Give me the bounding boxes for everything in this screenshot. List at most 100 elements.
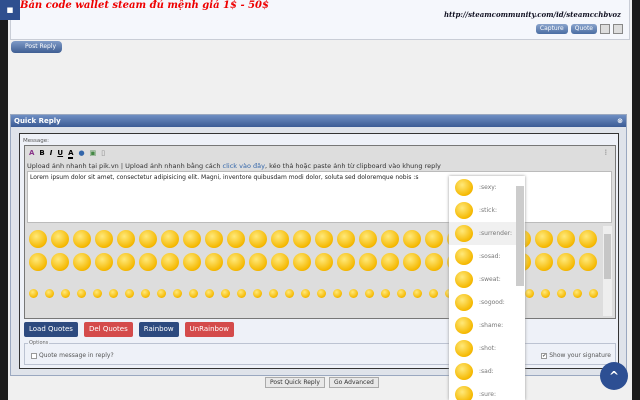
smiley-icon[interactable] bbox=[589, 289, 598, 298]
quote-icon[interactable]: ▯ bbox=[101, 149, 105, 159]
go-advanced-button[interactable]: Go Advanced bbox=[328, 377, 379, 388]
resize-icon[interactable]: ⋮ bbox=[603, 149, 609, 156]
smiley-icon[interactable] bbox=[139, 253, 157, 271]
italic-button[interactable]: I bbox=[50, 149, 53, 159]
smiley-icon[interactable] bbox=[271, 230, 289, 248]
smiley-option[interactable]: :sure: bbox=[449, 383, 525, 400]
smiley-icon[interactable] bbox=[173, 289, 182, 298]
smiley-icon[interactable] bbox=[337, 253, 355, 271]
smiley-icon[interactable] bbox=[227, 230, 245, 248]
smiley-option[interactable]: :stick: bbox=[449, 199, 525, 222]
smiley-icon[interactable] bbox=[349, 289, 358, 298]
smiley-icon[interactable] bbox=[381, 253, 399, 271]
smiley-icon[interactable] bbox=[227, 253, 245, 271]
smiley-scrollbar[interactable] bbox=[603, 226, 612, 316]
smiley-icon[interactable] bbox=[365, 289, 374, 298]
quote-checkbox[interactable] bbox=[31, 352, 37, 359]
smiley-icon[interactable] bbox=[141, 289, 150, 298]
smiley-icon[interactable] bbox=[541, 289, 550, 298]
smiley-icon[interactable] bbox=[73, 230, 91, 248]
smiley-icon[interactable] bbox=[161, 253, 179, 271]
underline-button[interactable]: U bbox=[57, 149, 63, 159]
smiley-icon[interactable] bbox=[221, 289, 230, 298]
smiley-icon[interactable] bbox=[29, 253, 47, 271]
unrainbow-button[interactable]: UnRainbow bbox=[184, 322, 234, 337]
smiley-icon[interactable] bbox=[93, 289, 102, 298]
smiley-icon[interactable] bbox=[579, 230, 597, 248]
smiley-icon[interactable] bbox=[397, 289, 406, 298]
smiley-icon[interactable] bbox=[139, 230, 157, 248]
smiley-option[interactable]: :sweat: bbox=[449, 268, 525, 291]
smiley-icon[interactable] bbox=[253, 289, 262, 298]
smiley-icon[interactable] bbox=[269, 289, 278, 298]
smiley-icon[interactable] bbox=[77, 289, 86, 298]
smiley-icon[interactable] bbox=[317, 289, 326, 298]
smiley-icon[interactable] bbox=[381, 289, 390, 298]
smiley-icon[interactable] bbox=[293, 253, 311, 271]
smiley-icon[interactable] bbox=[125, 289, 134, 298]
smiley-icon[interactable] bbox=[117, 253, 135, 271]
smiley-icon[interactable] bbox=[535, 230, 553, 248]
link-icon[interactable]: ● bbox=[78, 149, 84, 159]
smiley-icon[interactable] bbox=[205, 230, 223, 248]
smiley-icon[interactable] bbox=[579, 253, 597, 271]
smiley-icon[interactable] bbox=[429, 289, 438, 298]
smiley-option[interactable]: :shame: bbox=[449, 314, 525, 337]
smiley-option[interactable]: :shot: bbox=[449, 337, 525, 360]
bold-button[interactable]: B bbox=[39, 149, 44, 159]
del-quotes-button[interactable]: Del Quotes bbox=[83, 322, 133, 337]
smiley-icon[interactable] bbox=[51, 253, 69, 271]
smiley-option[interactable]: :surrender: bbox=[449, 222, 525, 245]
smiley-icon[interactable] bbox=[315, 253, 333, 271]
smiley-icon[interactable] bbox=[333, 289, 342, 298]
smiley-icon[interactable] bbox=[73, 253, 91, 271]
smiley-icon[interactable] bbox=[29, 289, 38, 298]
smiley-icon[interactable] bbox=[157, 289, 166, 298]
quote-button[interactable]: Quote bbox=[570, 24, 597, 34]
signature-link[interactable]: http://steamcommunity.com/id/steamcchbvo… bbox=[444, 10, 621, 19]
smiley-icon[interactable] bbox=[293, 230, 311, 248]
smiley-icon[interactable] bbox=[535, 253, 553, 271]
smiley-icon[interactable] bbox=[557, 230, 575, 248]
smiley-icon[interactable] bbox=[161, 230, 179, 248]
smiley-icon[interactable] bbox=[425, 230, 443, 248]
load-quotes-button[interactable]: Load Quotes bbox=[24, 322, 78, 337]
smiley-icon[interactable] bbox=[51, 230, 69, 248]
smiley-icon[interactable] bbox=[425, 253, 443, 271]
smiley-icon[interactable] bbox=[205, 253, 223, 271]
smiley-icon[interactable] bbox=[109, 289, 118, 298]
smiley-icon[interactable] bbox=[249, 230, 267, 248]
smiley-icon[interactable] bbox=[337, 230, 355, 248]
smiley-icon[interactable] bbox=[95, 253, 113, 271]
smiley-icon[interactable] bbox=[557, 289, 566, 298]
upload-click-link[interactable]: click vào đây bbox=[223, 162, 265, 170]
smiley-icon[interactable] bbox=[183, 230, 201, 248]
smiley-icon[interactable] bbox=[237, 289, 246, 298]
smiley-icon[interactable] bbox=[557, 253, 575, 271]
smiley-icon[interactable] bbox=[45, 289, 54, 298]
smiley-icon[interactable] bbox=[301, 289, 310, 298]
chat-icon[interactable]: ▪ bbox=[0, 0, 20, 20]
smiley-option[interactable]: :sosad: bbox=[449, 245, 525, 268]
smiley-icon[interactable] bbox=[573, 289, 582, 298]
font-color-button[interactable]: A bbox=[68, 149, 74, 159]
smiley-icon[interactable] bbox=[183, 253, 201, 271]
smiley-icon[interactable] bbox=[525, 289, 534, 298]
remove-format-icon[interactable]: A bbox=[29, 149, 34, 159]
signature-checkbox[interactable]: ✔ bbox=[541, 352, 548, 359]
smiley-option[interactable]: :sogood: bbox=[449, 291, 525, 314]
collapse-icon[interactable]: ⊗ bbox=[617, 115, 623, 127]
smiley-option[interactable]: :sad: bbox=[449, 360, 525, 383]
smiley-icon[interactable] bbox=[249, 253, 267, 271]
quick-quote-icon[interactable] bbox=[613, 24, 623, 34]
smiley-icon[interactable] bbox=[381, 230, 399, 248]
smiley-icon[interactable] bbox=[117, 230, 135, 248]
smiley-icon[interactable] bbox=[271, 253, 289, 271]
post-reply-button[interactable]: Post Reply bbox=[11, 41, 63, 53]
smiley-icon[interactable] bbox=[359, 253, 377, 271]
post-quick-reply-button[interactable]: Post Quick Reply bbox=[265, 377, 325, 388]
upload-pik-link[interactable]: Upload ảnh nhanh tại pik.vn bbox=[27, 162, 119, 170]
capture-button[interactable]: Capture bbox=[535, 24, 568, 34]
image-icon[interactable]: ▣ bbox=[90, 149, 97, 159]
multiquote-icon[interactable] bbox=[600, 24, 610, 34]
